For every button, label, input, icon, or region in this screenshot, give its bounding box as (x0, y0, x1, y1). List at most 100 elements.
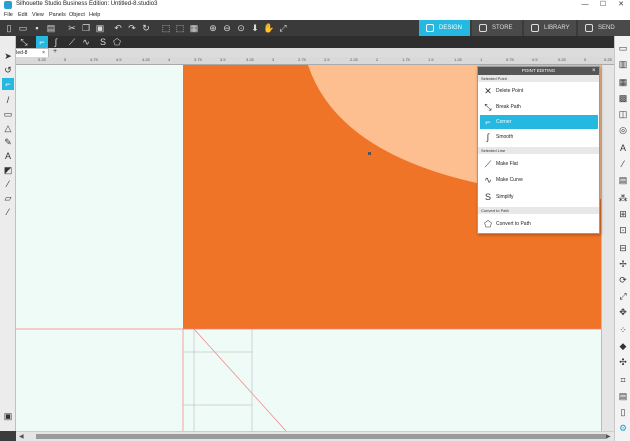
point-select-icon[interactable]: ⤡ (18, 36, 30, 48)
menu-object[interactable]: Object (69, 12, 85, 18)
smooth-button[interactable]: ∫ Smooth (480, 130, 598, 144)
layers-icon[interactable]: ▤ (617, 390, 629, 402)
eyedropper-tool-icon[interactable]: ⁄ (2, 206, 14, 218)
tab-send[interactable]: SEND (578, 20, 630, 36)
delete-point-button[interactable]: ✕ Delete Point (480, 84, 598, 98)
simplify-button[interactable]: S Simplify (480, 190, 598, 204)
send-panel-icon[interactable]: ▥ (617, 58, 629, 70)
polygon-tool-icon[interactable]: △ (2, 122, 14, 134)
tab-store[interactable]: STORE (472, 20, 522, 36)
modify-icon[interactable]: ⊡ (617, 224, 629, 236)
smooth-point-icon[interactable]: ∫ (50, 36, 62, 48)
save-icon[interactable]: ▪ (31, 22, 43, 34)
move-icon[interactable]: ✥ (617, 306, 629, 318)
paste-icon[interactable]: ▣ (94, 22, 106, 34)
fill-tool-icon[interactable]: ◩ (2, 164, 14, 176)
convert-path-icon[interactable]: ⬠ (111, 36, 123, 48)
rectangle-tool-icon[interactable]: ▭ (2, 108, 14, 120)
fit-page-icon[interactable]: ⤢ (277, 22, 289, 34)
redo-icon[interactable]: ↷ (126, 22, 138, 34)
selected-edit-point[interactable] (368, 152, 371, 155)
new-document-icon[interactable]: ▯ (3, 22, 15, 34)
select-arrow-icon[interactable]: ➤ (2, 50, 14, 62)
cut-icon[interactable]: ✂ (66, 22, 78, 34)
scroll-right-icon[interactable]: ▶ (606, 433, 611, 440)
transform-icon[interactable]: ✢ (617, 258, 629, 270)
make-curve-button[interactable]: ∿ Make Curve (480, 173, 598, 187)
menu-panels[interactable]: Panels (49, 12, 66, 18)
offset-icon[interactable]: ▤ (617, 174, 629, 186)
library-folder-icon[interactable]: ▣ (2, 410, 14, 422)
gradient-icon[interactable]: ◫ (617, 108, 629, 120)
trace-icon[interactable]: ⁂ (617, 192, 629, 204)
menu-help[interactable]: Help (89, 12, 100, 18)
page-setup-icon[interactable]: ▭ (617, 42, 629, 54)
minimize-button[interactable]: — (576, 0, 594, 11)
corner-point-icon[interactable]: ⌐ (36, 36, 48, 48)
tab-library[interactable]: LIBRARY (524, 20, 576, 36)
zoom-out-icon[interactable]: ⊖ (221, 22, 233, 34)
deselect-icon[interactable]: ⬚ (174, 22, 186, 34)
maximize-button[interactable]: ☐ (594, 0, 612, 11)
cut-line-diagonal (193, 328, 287, 431)
print-icon[interactable]: ▤ (45, 22, 57, 34)
text-style-icon[interactable]: A (617, 142, 629, 154)
replicate-icon[interactable]: ⊞ (617, 208, 629, 220)
edit-points-icon[interactable]: ⌐ (2, 78, 14, 90)
doc-tab-close-icon[interactable]: × (42, 49, 45, 57)
warp-icon[interactable]: ⌗ (617, 374, 629, 386)
page-icon[interactable]: ▯ (617, 406, 629, 418)
smooth-label: Smooth (496, 134, 514, 140)
select-all-icon[interactable]: ⬚ (160, 22, 172, 34)
sketch-icon[interactable]: ⁄ (617, 158, 629, 170)
text-tool-icon[interactable]: A (2, 150, 14, 162)
convert-to-path-button[interactable]: ⬠ Convert to Path (480, 217, 598, 231)
rhinestone-icon[interactable]: ⁘ (617, 324, 629, 336)
close-window-button[interactable]: ✕ (612, 0, 630, 11)
make-flat-icon[interactable]: ⟋ (66, 36, 78, 48)
simplify-icon[interactable]: S (97, 36, 109, 48)
open-folder-icon[interactable]: ▭ (17, 22, 29, 34)
nest-icon[interactable]: ◆ (617, 340, 629, 352)
knife-tool-icon[interactable]: ⁄ (2, 178, 14, 190)
group-icon[interactable]: ▦ (188, 22, 200, 34)
tab-design[interactable]: DESIGN (419, 20, 470, 36)
make-curve-icon[interactable]: ∿ (80, 36, 92, 48)
break-path-button[interactable]: ⤡ Break Path (480, 100, 598, 114)
line-color-icon[interactable]: ▩ (617, 92, 629, 104)
horizontal-scrollbar[interactable]: ◀ ▶ (16, 431, 614, 441)
library-icon (531, 24, 539, 32)
zoom-in-icon[interactable]: ⊕ (207, 22, 219, 34)
ruler-tick: 4 (168, 57, 171, 62)
undo-icon[interactable]: ↶ (112, 22, 124, 34)
add-tab-button[interactable]: + (53, 48, 57, 56)
eraser-tool-icon[interactable]: ▱ (2, 192, 14, 204)
pan-hand-icon[interactable]: ✋ (263, 22, 275, 34)
make-flat-button[interactable]: ⟋ Make Flat (480, 157, 598, 171)
scale-icon[interactable]: ⤢ (617, 290, 629, 302)
menu-view[interactable]: View (32, 12, 44, 18)
line-tool-icon[interactable]: / (2, 94, 14, 106)
pencil-tool-icon[interactable]: ✎ (2, 136, 14, 148)
refresh-icon[interactable]: ↻ (140, 22, 152, 34)
panel-close-icon[interactable]: × (592, 67, 596, 75)
menu-edit[interactable]: Edit (18, 12, 27, 18)
zoom-fit-icon[interactable]: ⊙ (235, 22, 247, 34)
lasso-icon[interactable]: ↺ (2, 64, 14, 76)
settings-gear-icon[interactable]: ⚙ (617, 422, 629, 434)
scroll-left-icon[interactable]: ◀ (19, 433, 24, 440)
rotate-icon[interactable]: ⟳ (617, 274, 629, 286)
scrollbar-thumb[interactable] (36, 434, 606, 439)
pattern-icon[interactable]: ◎ (617, 124, 629, 136)
make-curve-icon-panel: ∿ (484, 175, 492, 185)
section-selected-line: Selected Line (478, 147, 599, 154)
weld-icon[interactable]: ✣ (617, 356, 629, 368)
ruler-tick: 5 (64, 57, 67, 62)
align-icon[interactable]: ⊟ (617, 242, 629, 254)
copy-icon[interactable]: ❐ (80, 22, 92, 34)
menu-file[interactable]: File (4, 12, 13, 18)
ruler-tick: 4.75 (90, 57, 98, 62)
fill-color-icon[interactable]: ▦ (617, 76, 629, 88)
move-down-icon[interactable]: ⬇ (249, 22, 261, 34)
corner-button[interactable]: ⌐ Corner (480, 115, 598, 129)
